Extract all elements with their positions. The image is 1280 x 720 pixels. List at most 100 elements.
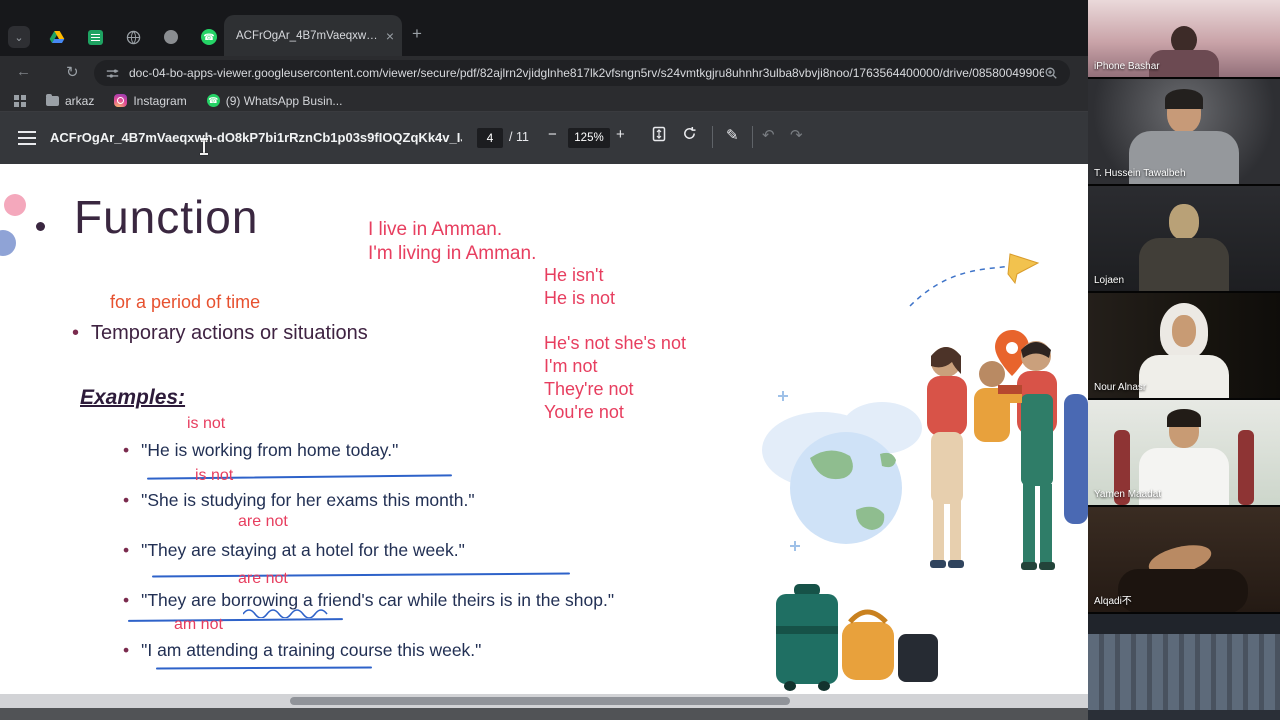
participant-name: Yamen Maadat [1094, 489, 1162, 500]
period-note: for a period of time [110, 292, 261, 312]
apps-grid-icon[interactable] [14, 94, 26, 107]
ink-underline [151, 572, 571, 578]
participant-tile[interactable]: Yamen Maadat [1088, 400, 1280, 505]
scrollbar-thumb[interactable] [290, 697, 790, 705]
paper-plane-icon [1007, 253, 1040, 285]
participant-name: T. Hussein Tawalbeh [1094, 168, 1186, 179]
google-sheets-icon[interactable] [84, 26, 106, 48]
zoom-out-button[interactable]: − [548, 126, 557, 143]
bullet-glyph: • [123, 640, 130, 660]
whatsapp-pinned-icon[interactable]: ☎ [198, 26, 220, 48]
url-text: doc-04-bo-apps-viewer.googleusercontent.… [129, 66, 1044, 80]
video-call-sidebar: iPhone Bashar T. Hussein Tawalbeh Lojaen… [1088, 0, 1280, 720]
participant-name: iPhone Bashar [1094, 61, 1160, 72]
bullet-glyph: • [123, 490, 130, 510]
tab-close-icon[interactable]: × [386, 28, 394, 44]
example-sentence: • "They are staying at a hotel for the we… [123, 540, 465, 561]
participant-tile[interactable]: iPhone Bashar [1088, 0, 1280, 77]
example-sentence: • "She is studying for her exams this mon… [123, 490, 475, 511]
folder-icon [46, 93, 59, 106]
site-info-icon[interactable] [106, 67, 119, 80]
bullet-glyph: • [72, 322, 80, 344]
browser-window: ⌄ ☎ ACFrOgAr_4B7mVaeqxwh-dO8... × + [0, 0, 1088, 720]
intro-line-2: I'm living in Amman. [368, 243, 537, 264]
participant-silhouette [1172, 315, 1196, 347]
example-sentence: • "They are borrowing a friend's car whil… [123, 590, 614, 611]
page-number-input[interactable]: 4 [477, 128, 503, 148]
back-icon[interactable]: ← [16, 63, 31, 80]
participant-silhouette [1167, 409, 1201, 448]
isnt-line-2: He is not [544, 288, 616, 308]
undo-icon[interactable]: ↶ [762, 126, 775, 144]
bullet-glyph: • [123, 540, 130, 560]
zoom-in-button[interactable]: + [616, 126, 625, 143]
participant-tile[interactable] [1088, 614, 1280, 720]
dark-bag-graphic [898, 634, 938, 682]
bookmark-instagram[interactable]: Instagram [114, 94, 187, 108]
contraction-1: He's not she's not [544, 333, 686, 353]
active-tab[interactable]: ACFrOgAr_4B7mVaeqxwh-dO8... × [224, 15, 402, 56]
annotate-icon[interactable]: ✎ [726, 126, 739, 144]
whatsapp-icon: ☎ [206, 94, 220, 107]
intro-line-1: I live in Amman. [368, 219, 503, 240]
pdf-filename: ACFrOgAr_4B7mVaeqxwh-dO8kP7bi1rRznCb1p03… [50, 130, 462, 145]
reload-icon[interactable]: ↻ [66, 63, 79, 81]
decor-dot [36, 222, 45, 231]
rotate-icon[interactable] [682, 126, 697, 146]
contraction-3: They're not [544, 379, 634, 399]
gray-dot-icon[interactable] [160, 26, 182, 48]
fit-page-icon[interactable] [652, 126, 666, 146]
main-point-text: Temporary actions or situations [91, 322, 368, 344]
participant-name: Nour Alnasr [1094, 382, 1147, 393]
google-drive-icon[interactable] [46, 26, 68, 48]
tab-strip: ⌄ ☎ ACFrOgAr_4B7mVaeqxwh-dO8... × + [0, 0, 1088, 56]
participant-name: Alqadi不 [1094, 596, 1132, 607]
bookmark-whatsapp[interactable]: ☎ (9) WhatsApp Busin... [206, 94, 342, 108]
contractions: He's not she's not I'm not They're not Y… [544, 332, 686, 424]
intro-lines: I live in Amman. I'm living in Amman. [368, 218, 536, 266]
new-tab-button[interactable]: + [412, 24, 422, 44]
redo-icon[interactable]: ↷ [790, 126, 803, 144]
screen: ⌄ ☎ ACFrOgAr_4B7mVaeqxwh-dO8... × + [0, 0, 1280, 720]
sentence-text: "They are staying at a hotel for the wee… [141, 540, 465, 560]
zoom-level[interactable]: 125% [568, 128, 610, 148]
drive-triangle-icon [49, 31, 65, 43]
zoom-page-icon[interactable] [1044, 66, 1058, 80]
toolbar-divider [752, 126, 753, 148]
bookmark-label: arkaz [65, 93, 95, 108]
sheets-glyph-icon [87, 29, 103, 45]
main-point: • Temporary actions or situations [72, 322, 368, 345]
participant-silhouette [1165, 89, 1203, 133]
pdf-toolbar: ACFrOgAr_4B7mVaeqxwh-dO8kP7bi1rRznCb1p03… [0, 112, 1088, 164]
decor-circle-pink [4, 194, 26, 216]
contraction-2: I'm not [544, 356, 598, 376]
decor-circle-blue [0, 230, 16, 256]
pdf-page: Function I live in Amman. I'm living in … [0, 164, 1088, 694]
ink-squiggle [243, 609, 328, 618]
participant-tile[interactable]: Alqadi不 [1088, 507, 1280, 612]
text-cursor [200, 138, 208, 155]
ink-underline [146, 474, 453, 480]
travel-illustration [762, 253, 1088, 691]
isnt-line-1: He isn't [544, 265, 604, 285]
participant-name: Lojaen [1094, 275, 1125, 286]
participant-tile[interactable]: Nour Alnasr [1088, 293, 1280, 398]
tab-search-caret-icon[interactable]: ⌄ [8, 26, 30, 48]
participant-silhouette [1118, 569, 1248, 612]
page-total-label: / 11 [509, 130, 529, 144]
globe-icon[interactable] [122, 26, 144, 48]
participant-tile[interactable]: T. Hussein Tawalbeh [1088, 79, 1280, 184]
tab-title: ACFrOgAr_4B7mVaeqxwh-dO8... [236, 29, 380, 42]
ink-underline [127, 618, 344, 622]
suitcase-graphic [776, 594, 838, 684]
participant-tile[interactable]: Lojaen [1088, 186, 1280, 291]
annotation-are-not: are not [238, 513, 288, 530]
address-bar[interactable]: doc-04-bo-apps-viewer.googleusercontent.… [94, 60, 1070, 86]
bullet-glyph: • [123, 440, 130, 460]
bookmark-arkaz[interactable]: arkaz [46, 93, 95, 108]
pdf-menu-icon[interactable] [18, 131, 36, 145]
participant-silhouette [1169, 204, 1199, 240]
bookmarks-bar: arkaz Instagram ☎ (9) WhatsApp Busin... [0, 90, 1088, 112]
browser-toolbar: ← ↻ doc-04-bo-apps-viewer.googleusercont… [0, 56, 1088, 90]
horizontal-scrollbar[interactable] [0, 694, 1088, 708]
